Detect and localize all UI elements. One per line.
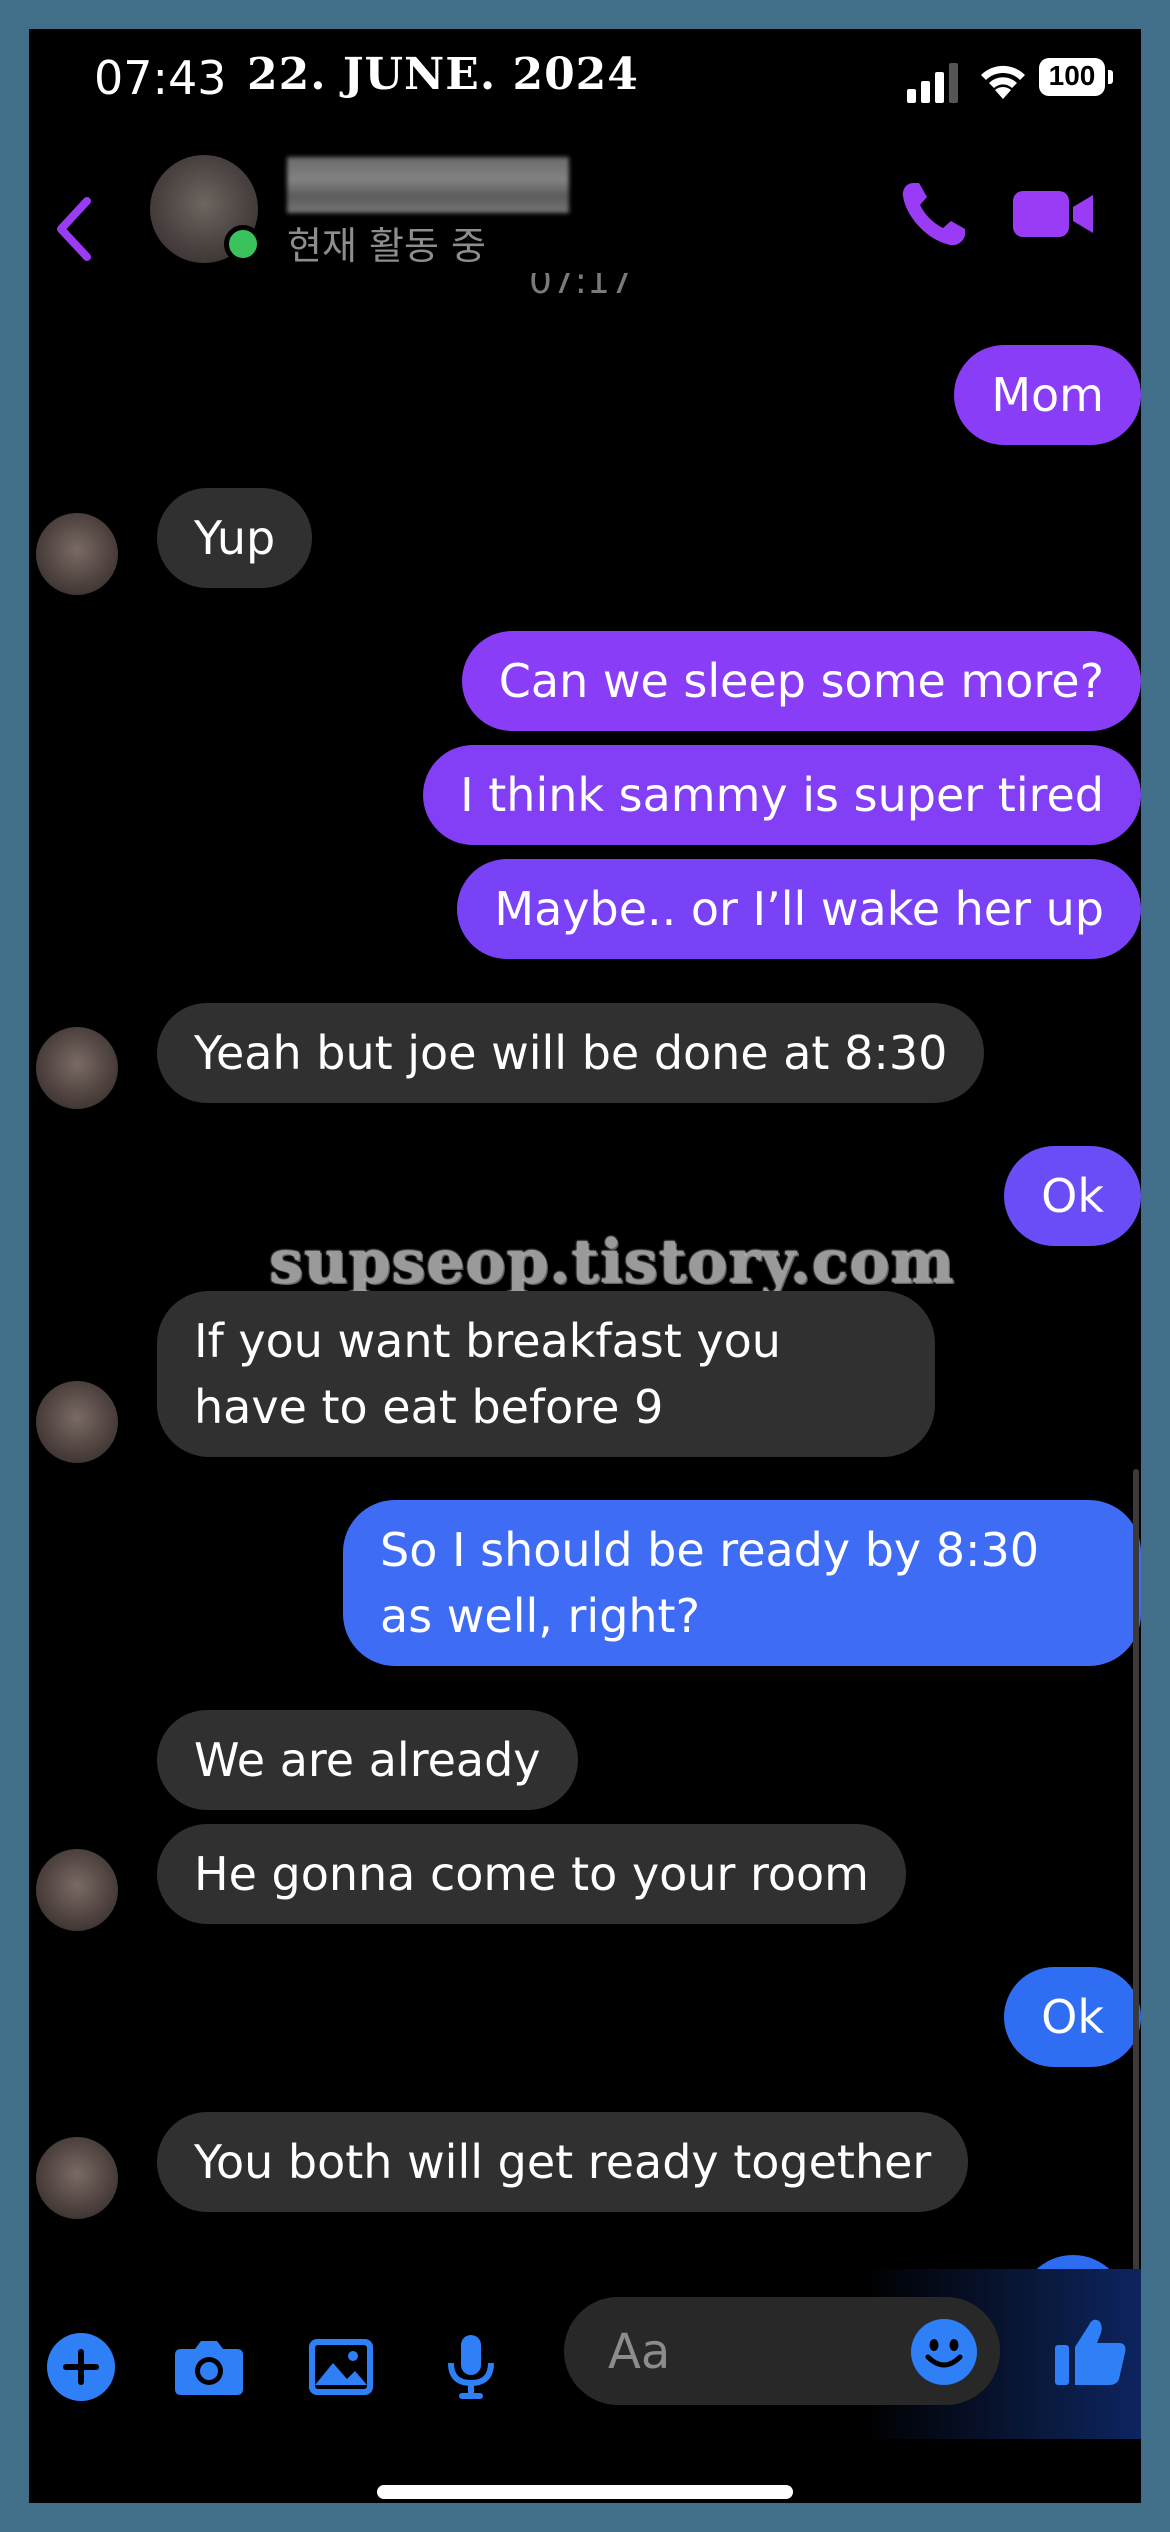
message-input[interactable] xyxy=(606,2321,900,2383)
battery-level: 100 xyxy=(1048,60,1096,91)
message-sent[interactable]: Ok xyxy=(1004,1967,1141,2067)
smiley-icon[interactable] xyxy=(909,2317,979,2387)
message-received[interactable]: Yeah but joe will be done at 8:30 xyxy=(157,1003,985,1103)
contact-avatar-small[interactable] xyxy=(36,513,118,595)
phone-icon[interactable] xyxy=(899,179,969,249)
phone-screen: 07:43 22. JUNE. 2024 100 현재 활동 중 07:17 M… xyxy=(29,29,1141,2503)
message-received[interactable]: If you want breakfast you have to eat be… xyxy=(157,1291,935,1457)
camera-icon[interactable] xyxy=(173,2331,245,2403)
scrollbar[interactable] xyxy=(1133,1469,1139,2309)
image-icon[interactable] xyxy=(305,2331,377,2403)
message-received[interactable]: He gonna come to your room xyxy=(157,1824,906,1924)
contact-avatar-small[interactable] xyxy=(36,1381,118,1463)
home-indicator[interactable] xyxy=(377,2485,793,2499)
chevron-left-icon[interactable] xyxy=(47,189,97,269)
contact-avatar-small[interactable] xyxy=(36,1849,118,1931)
status-date: 22. JUNE. 2024 xyxy=(247,49,639,100)
message-sent[interactable]: Maybe.. or I’ll wake her up xyxy=(457,859,1141,959)
message-sent[interactable]: Can we sleep some more? xyxy=(461,631,1141,731)
watermark: supseop.tistory.com xyxy=(269,1227,955,1297)
message-timestamp: 07:17 xyxy=(529,261,633,302)
thumbs-up-icon[interactable] xyxy=(1053,2313,1129,2389)
contact-avatar-small[interactable] xyxy=(36,2137,118,2219)
contact-avatar-small[interactable] xyxy=(36,1027,118,1109)
wifi-icon xyxy=(981,65,1025,99)
message-received[interactable]: We are already xyxy=(157,1710,578,1810)
message-received[interactable]: You both will get ready together xyxy=(157,2112,969,2212)
message-sent[interactable]: Mom xyxy=(954,345,1141,445)
message-sent[interactable]: I think sammy is super tired xyxy=(423,745,1141,845)
message-sent[interactable]: Ok xyxy=(1004,1146,1141,1246)
microphone-icon[interactable] xyxy=(435,2331,507,2403)
message-received[interactable]: Yup xyxy=(157,488,313,588)
active-status: 현재 활동 중 xyxy=(287,224,486,268)
status-time: 07:43 xyxy=(94,51,227,105)
battery-indicator: 100 xyxy=(1039,58,1113,98)
online-status-dot xyxy=(224,225,262,263)
video-camera-icon[interactable] xyxy=(1011,179,1095,249)
message-sent[interactable]: So I should be ready by 8:30 as well, ri… xyxy=(343,1500,1141,1666)
plus-circle-icon[interactable] xyxy=(45,2331,117,2403)
cellular-signal-icon xyxy=(907,63,958,103)
contact-name-redacted[interactable] xyxy=(287,157,569,213)
